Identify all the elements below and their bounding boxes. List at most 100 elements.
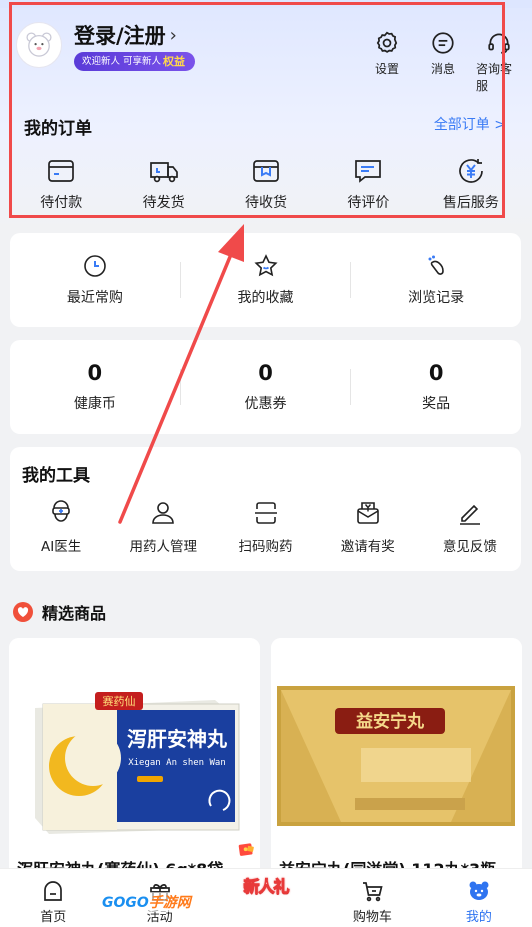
- feedback-button[interactable]: 意见反馈: [419, 499, 521, 555]
- product-image: 赛药仙 泻肝安神丸 Xiegan An shen Wan: [9, 638, 260, 838]
- prizes-label: 奖品: [422, 396, 451, 412]
- promo-text: 欢迎新人 可享新人: [82, 56, 162, 67]
- coupons-label: 优惠券: [244, 396, 287, 412]
- cart-icon: [363, 882, 384, 902]
- quick-access-card: 最近常购 我的收藏 浏览记录: [10, 233, 521, 327]
- login-register-link[interactable]: 登录/注册 ›: [74, 20, 177, 50]
- box-pinyin: Xiegan An shen Wan: [128, 758, 226, 768]
- watermark: GOGO手游网: [100, 892, 193, 912]
- order-pending-shipment-label: 待发货: [142, 195, 185, 211]
- home-icon: [44, 881, 63, 901]
- order-pending-review-label: 待评价: [347, 195, 390, 211]
- medication-user-management-button[interactable]: 用药人管理: [112, 499, 214, 555]
- gear-icon: [376, 31, 398, 53]
- comment-icon: [355, 160, 382, 183]
- bear-avatar-icon: [26, 32, 52, 57]
- medication-user-management-label: 用药人管理: [129, 539, 198, 555]
- stats-card: 0 健康币 0 优惠券 0 奖品: [10, 340, 521, 434]
- order-status-row: 待付款 待发货 待收货 待评价 售后服务: [10, 155, 522, 212]
- box-title: 泻肝安神丸: [127, 727, 228, 751]
- recent-purchases-label: 最近常购: [66, 290, 123, 306]
- promo-highlight: 权益: [163, 55, 186, 68]
- scan-to-buy-button[interactable]: 扫码购药: [214, 499, 316, 555]
- featured-header: 精选商品: [12, 600, 106, 624]
- header-actions: 设置 消息 咨询客服: [364, 30, 522, 94]
- prizes-stat[interactable]: 0 奖品: [351, 361, 521, 413]
- health-coins-stat[interactable]: 0 健康币: [10, 361, 180, 413]
- scan-to-buy-label: 扫码购药: [238, 539, 293, 555]
- invite-icon: [356, 502, 379, 524]
- customer-service-button[interactable]: 咨询客服: [476, 30, 522, 94]
- orders-title: 我的订单: [24, 119, 92, 139]
- messages-label: 消息: [430, 62, 455, 76]
- order-pending-shipment[interactable]: 待发货: [112, 155, 214, 212]
- message-icon: [432, 32, 454, 54]
- red-envelope-icon: [238, 843, 254, 856]
- recent-purchases-button[interactable]: 最近常购: [10, 253, 180, 307]
- scan-icon: [254, 502, 277, 524]
- product-image: 益安宁丸: [271, 638, 522, 838]
- footprint-icon: [428, 255, 444, 275]
- status-bar: [0, 0, 532, 8]
- clock-icon: [84, 255, 106, 277]
- watermark-part1: GOGO: [102, 895, 149, 911]
- product-card[interactable]: 赛药仙 泻肝安神丸 Xiegan An shen Wan 泻肝安神丸(赛药仙) …: [9, 638, 260, 898]
- star-icon: [253, 254, 278, 277]
- health-coins-label: 健康币: [73, 396, 116, 412]
- ai-doctor-label: AI医生: [40, 539, 82, 555]
- nav-cart-label: 购物车: [352, 910, 392, 925]
- headset-icon: [488, 33, 510, 54]
- doctor-icon: [52, 500, 70, 522]
- box-title: 益安宁丸: [356, 711, 425, 732]
- tools-row: AI医生 用药人管理 扫码购药 邀请有奖 意见反馈: [10, 499, 521, 555]
- favorites-button[interactable]: 我的收藏: [181, 253, 351, 307]
- newcomer-gift-badge: 新人礼: [234, 841, 298, 897]
- newcomer-promo-badge[interactable]: 欢迎新人 可享新人 权益: [74, 52, 196, 71]
- messages-button[interactable]: 消息: [420, 30, 466, 94]
- order-pending-receipt[interactable]: 待收货: [215, 155, 317, 212]
- login-label: 登录/注册: [74, 24, 166, 48]
- browsing-history-label: 浏览记录: [408, 290, 465, 306]
- customer-service-label: 咨询客服: [476, 62, 513, 93]
- all-orders-link[interactable]: 全部订单 >: [434, 114, 506, 134]
- featured-title: 精选商品: [42, 604, 107, 623]
- nav-home[interactable]: 首页: [0, 869, 106, 927]
- nav-mine-label: 我的: [465, 910, 492, 925]
- nav-cart[interactable]: 购物车: [319, 869, 425, 927]
- settings-button[interactable]: 设置: [364, 30, 410, 94]
- invite-rewards-label: 邀请有奖: [340, 539, 395, 555]
- tools-title: 我的工具: [22, 466, 90, 486]
- nav-home-label: 首页: [40, 910, 67, 925]
- truck-icon: [149, 162, 178, 183]
- invite-rewards-button[interactable]: 邀请有奖: [317, 499, 419, 555]
- package-icon: [253, 160, 279, 182]
- yen-refund-icon: [458, 159, 483, 183]
- bear-icon: [469, 881, 489, 900]
- avatar[interactable]: [16, 22, 62, 68]
- nav-newcomer-gift-label: 新人礼: [243, 877, 290, 897]
- edit-icon: [459, 504, 480, 525]
- order-after-sales[interactable]: 售后服务: [420, 155, 522, 212]
- feedback-label: 意见反馈: [442, 539, 497, 555]
- wallet-icon: [48, 160, 75, 182]
- coupons-stat[interactable]: 0 优惠券: [181, 361, 351, 413]
- favorites-label: 我的收藏: [237, 290, 294, 306]
- browsing-history-button[interactable]: 浏览记录: [351, 253, 521, 307]
- my-orders-section: 我的订单 全部订单 > 待付款 待发货 待收货 待评价 售后服务: [10, 100, 522, 218]
- order-pending-payment-label: 待付款: [40, 195, 83, 211]
- chevron-right-icon: ›: [169, 24, 177, 46]
- order-after-sales-label: 售后服务: [442, 195, 499, 211]
- bottom-navigation: 首页 活动 新人礼 购物车 我的: [0, 843, 532, 927]
- nav-newcomer-gift[interactable]: 新人礼: [213, 843, 319, 927]
- order-pending-payment[interactable]: 待付款: [10, 155, 112, 212]
- user-icon: [152, 502, 175, 524]
- heart-icon: [13, 602, 33, 622]
- ai-doctor-button[interactable]: AI医生: [10, 499, 112, 555]
- watermark-part2: 手游网: [148, 895, 191, 911]
- order-pending-receipt-label: 待收货: [245, 195, 288, 211]
- nav-mine[interactable]: 我的: [426, 869, 532, 927]
- order-pending-review[interactable]: 待评价: [317, 155, 419, 212]
- settings-label: 设置: [374, 62, 399, 76]
- coupons-value: 0: [258, 361, 273, 385]
- product-card[interactable]: 益安宁丸 益安宁丸(同溢堂) 112丸*3瓶: [271, 638, 522, 898]
